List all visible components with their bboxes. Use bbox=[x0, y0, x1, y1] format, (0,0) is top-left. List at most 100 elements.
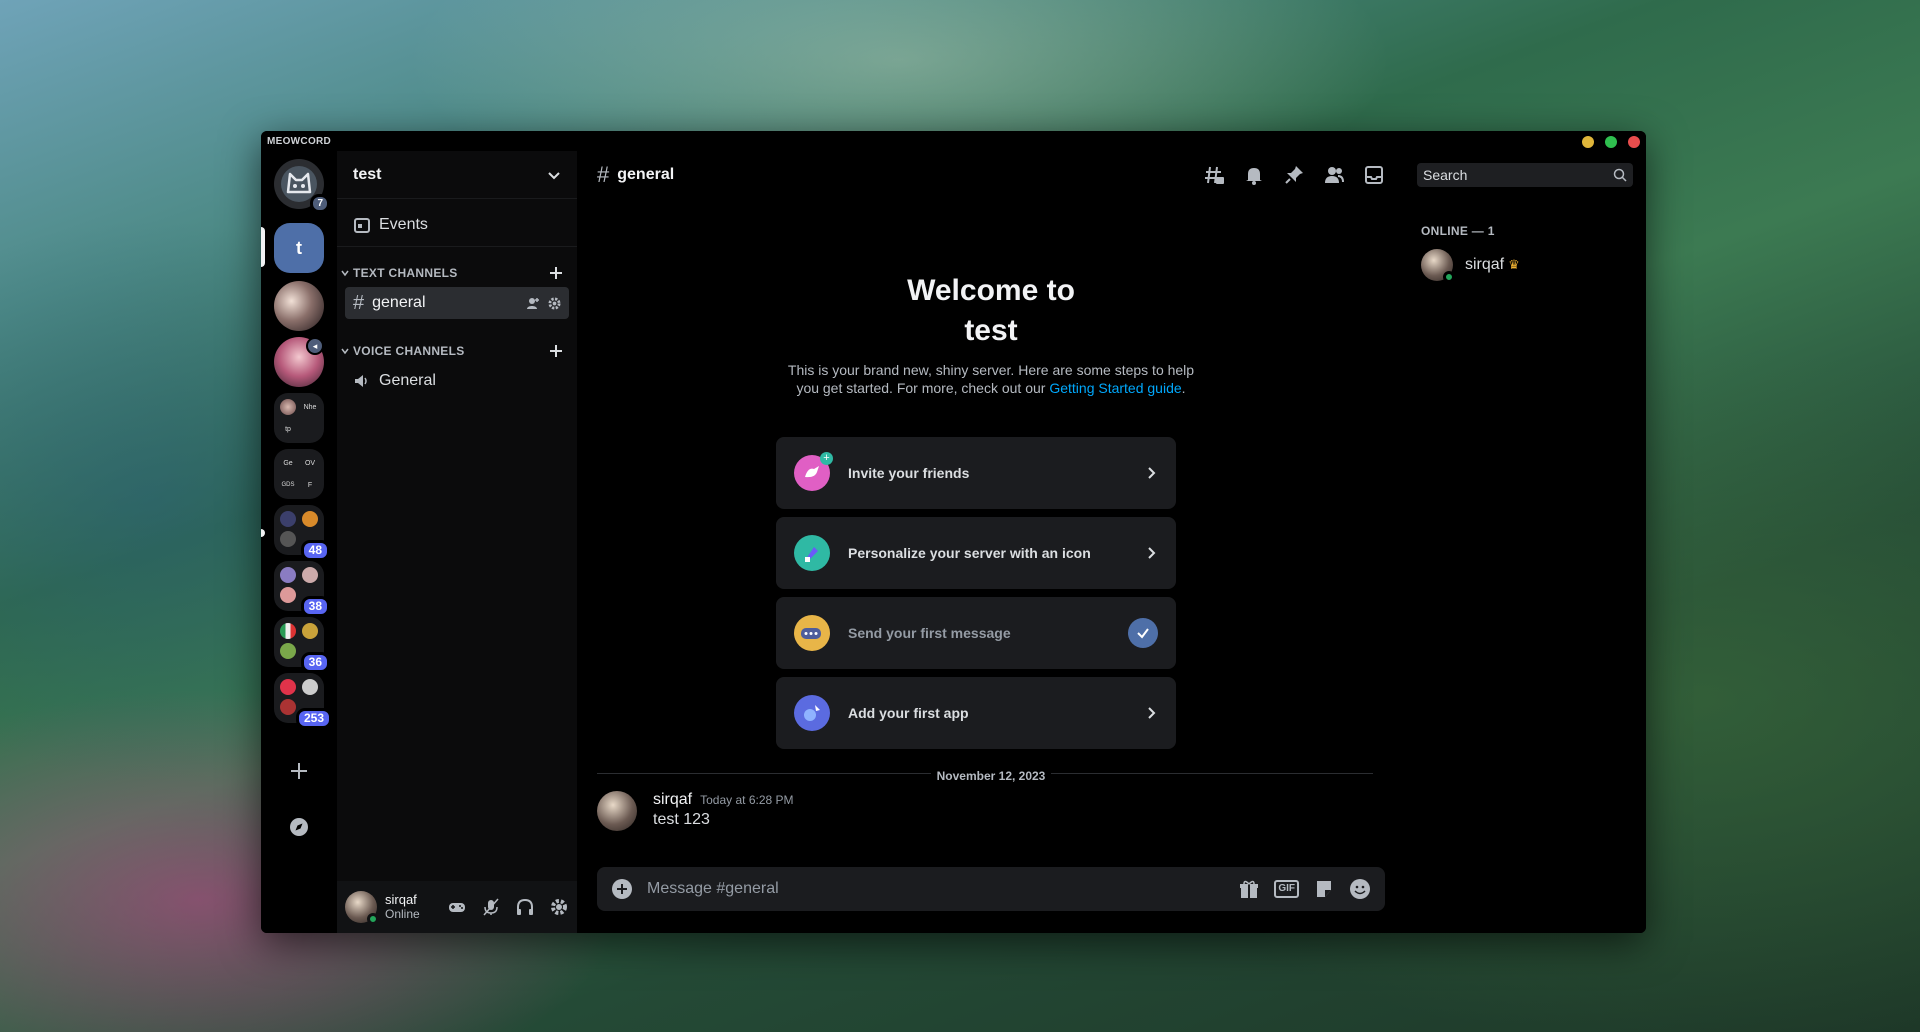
card-label: Send your first message bbox=[848, 625, 1011, 641]
user-identity[interactable]: sirqaf Online bbox=[385, 892, 420, 922]
add-channel-icon[interactable] bbox=[549, 344, 563, 358]
chevron-right-icon bbox=[1148, 467, 1156, 479]
inbox-icon[interactable] bbox=[1363, 164, 1385, 186]
message-avatar[interactable] bbox=[597, 791, 637, 831]
user-avatar[interactable] bbox=[345, 891, 379, 925]
server-avatar-1[interactable] bbox=[274, 281, 324, 331]
maximize-button[interactable] bbox=[1605, 136, 1617, 148]
plus-icon: + bbox=[820, 452, 833, 465]
server-name: test bbox=[353, 165, 382, 183]
card-send-first-message[interactable]: Send your first message bbox=[776, 597, 1176, 669]
card-label: Add your first app bbox=[848, 705, 969, 721]
home-badge: 7 bbox=[310, 194, 330, 213]
server-test[interactable]: t bbox=[274, 223, 324, 273]
server-folder-5[interactable]: 36 bbox=[274, 617, 330, 673]
crown-icon: ♛ bbox=[1508, 257, 1520, 272]
search-input[interactable] bbox=[1423, 167, 1613, 183]
folder-mini-avatar bbox=[280, 511, 296, 527]
pin-icon[interactable] bbox=[1283, 164, 1305, 186]
server-folder-4[interactable]: 38 bbox=[274, 561, 330, 617]
member-name-wrap: sirqaf ♛ bbox=[1465, 256, 1520, 274]
server-folder-2[interactable]: Ge OV GDS F bbox=[274, 449, 324, 499]
channel-general[interactable]: # general bbox=[345, 287, 569, 319]
bell-icon[interactable] bbox=[1243, 164, 1265, 186]
folder-mini-avatar bbox=[302, 679, 318, 695]
channel-name: General bbox=[379, 372, 436, 389]
member-item[interactable]: sirqaf ♛ bbox=[1421, 247, 1621, 283]
category-header: VOICE CHANNELS bbox=[341, 344, 465, 358]
card-label: Personalize your server with an icon bbox=[848, 545, 1091, 561]
channel-name: general bbox=[372, 294, 426, 311]
server-header[interactable]: test bbox=[337, 151, 577, 199]
card-add-first-app[interactable]: Add your first app bbox=[776, 677, 1176, 749]
message-input[interactable] bbox=[647, 880, 1239, 898]
server-avatar-2[interactable]: ◂ bbox=[274, 337, 324, 387]
threads-icon[interactable] bbox=[1203, 164, 1225, 186]
chevron-down-icon bbox=[548, 171, 560, 179]
folder-mini-avatar bbox=[280, 699, 296, 715]
channel-sidebar: test Events TEXT CHANNELS # general VOIC… bbox=[337, 151, 577, 933]
unread-indicator bbox=[261, 529, 265, 537]
search-icon[interactable] bbox=[1613, 168, 1627, 182]
invite-friends-icon: + bbox=[794, 452, 833, 491]
member-list: ONLINE — 1 sirqaf ♛ bbox=[1405, 151, 1646, 933]
app-window: MEOWCORD 7 t ◂ Nhe tp Ge OV GDS F 48 38 … bbox=[261, 131, 1646, 933]
title-bar[interactable]: MEOWCORD bbox=[261, 131, 1646, 151]
header-toolbar bbox=[1203, 164, 1385, 186]
welcome-subtitle: This is your brand new, shiny server. He… bbox=[776, 361, 1206, 397]
online-status-dot bbox=[367, 913, 379, 925]
member-avatar bbox=[1421, 249, 1455, 283]
hashtag-icon: # bbox=[353, 291, 365, 314]
category-header: TEXT CHANNELS bbox=[341, 266, 458, 280]
server-rail: 7 t ◂ Nhe tp Ge OV GDS F 48 38 36 253 bbox=[261, 151, 337, 933]
online-status-dot bbox=[1443, 271, 1455, 283]
message[interactable]: sirqaf Today at 6:28 PM test 123 bbox=[597, 791, 1377, 835]
sticker-icon[interactable] bbox=[1313, 878, 1335, 900]
events-item[interactable]: Events bbox=[337, 203, 577, 247]
gear-icon[interactable] bbox=[548, 296, 561, 310]
folder-mini-avatar bbox=[280, 679, 296, 695]
microphone-muted-icon[interactable] bbox=[481, 897, 501, 917]
home-button[interactable]: 7 bbox=[274, 159, 330, 213]
chevron-down-icon bbox=[341, 348, 349, 355]
server-folder-6[interactable]: 253 bbox=[274, 673, 332, 729]
folder-mini-label: Ge bbox=[283, 459, 293, 467]
card-personalize-server[interactable]: Personalize your server with an icon bbox=[776, 517, 1176, 589]
category-text-channels[interactable]: TEXT CHANNELS bbox=[337, 261, 577, 285]
invite-member-icon[interactable] bbox=[526, 296, 540, 310]
message-author[interactable]: sirqaf bbox=[653, 791, 692, 809]
add-server-icon[interactable] bbox=[283, 755, 315, 787]
gear-icon[interactable] bbox=[549, 897, 569, 917]
folder-mini-avatar bbox=[302, 567, 318, 583]
unread-badge: 38 bbox=[300, 596, 330, 617]
member-category: ONLINE — 1 bbox=[1421, 224, 1495, 238]
channel-voice-general[interactable]: General bbox=[345, 365, 569, 397]
gif-button[interactable]: GIF bbox=[1274, 880, 1299, 898]
add-channel-icon[interactable] bbox=[549, 266, 563, 280]
username: sirqaf bbox=[385, 892, 417, 907]
category-voice-channels[interactable]: VOICE CHANNELS bbox=[337, 339, 577, 363]
speaker-icon bbox=[355, 375, 367, 387]
folder-mini-label: F bbox=[307, 481, 313, 489]
close-button[interactable] bbox=[1628, 136, 1640, 148]
member-name: sirqaf bbox=[1465, 256, 1505, 273]
chevron-down-icon bbox=[341, 270, 349, 277]
getting-started-link[interactable]: Getting Started guide bbox=[1049, 380, 1181, 396]
gift-icon[interactable] bbox=[1238, 878, 1260, 900]
user-panel: sirqaf Online bbox=[337, 881, 577, 933]
user-actions bbox=[447, 897, 569, 917]
explore-compass-icon[interactable] bbox=[283, 811, 315, 843]
headphones-icon[interactable] bbox=[515, 897, 535, 917]
gamepad-icon[interactable] bbox=[447, 897, 467, 917]
app-brand: MEOWCORD bbox=[267, 135, 332, 147]
server-folder-3[interactable]: 48 bbox=[274, 505, 330, 561]
card-invite-friends[interactable]: + Invite your friends bbox=[776, 437, 1176, 509]
send-message-icon bbox=[794, 615, 830, 651]
members-icon[interactable] bbox=[1323, 164, 1345, 186]
message-body: sirqaf Today at 6:28 PM test 123 bbox=[653, 791, 794, 835]
emoji-icon[interactable] bbox=[1349, 878, 1371, 900]
upload-plus-icon[interactable] bbox=[611, 878, 633, 900]
folder-mini-label: GDS bbox=[281, 482, 295, 488]
minimize-button[interactable] bbox=[1582, 136, 1594, 148]
server-folder-1[interactable]: Nhe tp bbox=[274, 393, 324, 443]
